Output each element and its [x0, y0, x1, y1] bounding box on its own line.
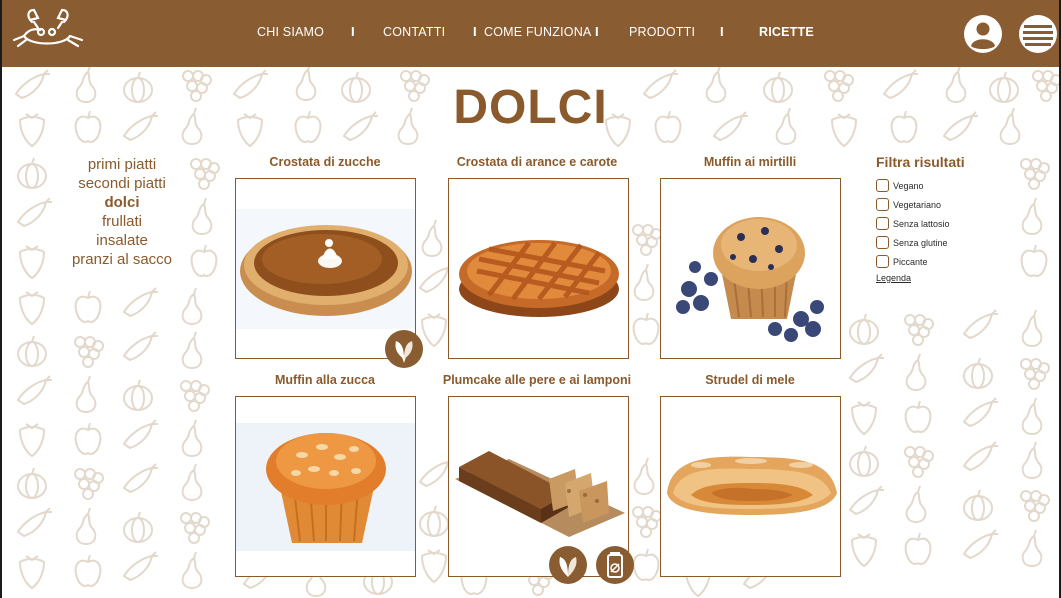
filter-option-senza-lattosio[interactable]: Senza lattosio: [876, 214, 965, 233]
filter-label: Piccante: [893, 256, 928, 267]
filter-option-senza-glutine[interactable]: Senza glutine: [876, 233, 965, 252]
recipe-card-muffin-ai-mirtilli[interactable]: [660, 178, 841, 359]
filter-checkbox[interactable]: [876, 198, 889, 211]
filter-label: Senza lattosio: [893, 218, 950, 229]
legend-link[interactable]: Legenda: [876, 273, 965, 283]
filter-checkbox[interactable]: [876, 179, 889, 192]
nav-separator: I: [720, 24, 724, 39]
filter-label: Vegetariano: [893, 199, 942, 210]
category-primi-piatti[interactable]: primi piatti: [58, 155, 186, 174]
filter-checkbox[interactable]: [876, 255, 889, 268]
apple-strudel-image: [667, 456, 837, 515]
filter-option-vegetariano[interactable]: Vegetariano: [876, 195, 965, 214]
filter-title: Filtra risultati: [876, 154, 965, 170]
filter-label: Vegano: [893, 180, 924, 191]
page-title: DOLCI: [453, 81, 608, 134]
main-nav: CHI SIAMO I CONTATTI I COME FUNZIONA I P…: [0, 0, 1061, 67]
recipe-title[interactable]: Plumcake alle pere e ai lamponi: [431, 373, 643, 387]
category-insalate[interactable]: insalate: [58, 231, 186, 250]
category-pranzi-al-sacco[interactable]: pranzi al sacco: [58, 250, 186, 269]
recipe-title[interactable]: Strudel di mele: [644, 373, 856, 387]
filter-checkbox[interactable]: [876, 217, 889, 230]
lactose-free-badge-icon: [596, 546, 634, 584]
recipe-title[interactable]: Crostata di zucche: [219, 155, 431, 169]
recipe-title[interactable]: Muffin alla zucca: [219, 373, 431, 387]
recipe-card-strudel-di-mele[interactable]: [660, 396, 841, 577]
orange-tart-image: [459, 240, 619, 317]
recipe-card-muffin-alla-zucca[interactable]: [235, 396, 416, 577]
nav-separator: I: [473, 24, 477, 39]
filter-panel: Filtra risultati Vegano Vegetariano Senz…: [876, 154, 965, 283]
category-list: primi piatti secondi piatti dolci frulla…: [58, 155, 186, 269]
nav-separator: I: [351, 24, 355, 39]
category-frullati[interactable]: frullati: [58, 212, 186, 231]
vegetarian-badge-icon: [385, 330, 423, 368]
category-dolci[interactable]: dolci: [58, 193, 186, 212]
filter-checkbox[interactable]: [876, 236, 889, 249]
pumpkin-muffin-image: [236, 423, 415, 551]
hamburger-menu-icon[interactable]: [1018, 14, 1058, 54]
nav-link-chi-siamo[interactable]: CHI SIAMO: [257, 25, 324, 39]
recipe-title[interactable]: Crostata di arance e carote: [431, 155, 643, 169]
user-account-icon[interactable]: [963, 14, 1003, 54]
nav-link-come-funziona[interactable]: COME FUNZIONA: [484, 25, 591, 39]
top-navigation-bar: CHI SIAMO I CONTATTI I COME FUNZIONA I P…: [0, 0, 1061, 67]
filter-option-piccante[interactable]: Piccante: [876, 252, 965, 271]
recipe-title[interactable]: Muffin ai mirtilli: [644, 155, 856, 169]
nav-separator: I: [595, 24, 599, 39]
filter-label: Senza glutine: [893, 237, 948, 248]
filter-option-vegano[interactable]: Vegano: [876, 176, 965, 195]
recipe-card-crostata-di-arance-e-carote[interactable]: [448, 178, 629, 359]
vegan-badge-icon: [549, 546, 587, 584]
nav-link-ricette[interactable]: RICETTE: [759, 25, 814, 39]
category-secondi-piatti[interactable]: secondi piatti: [58, 174, 186, 193]
nav-link-contatti[interactable]: CONTATTI: [383, 25, 445, 39]
nav-link-prodotti[interactable]: PRODOTTI: [629, 25, 695, 39]
blueberry-muffin-image: [676, 217, 824, 342]
